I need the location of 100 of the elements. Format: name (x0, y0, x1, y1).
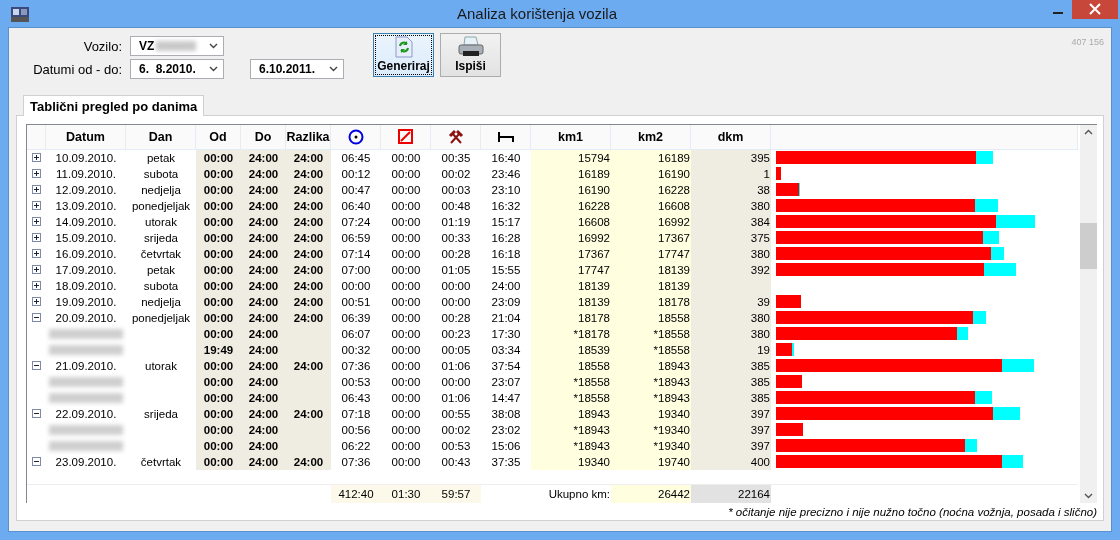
table-cell: 385 (750, 359, 770, 372)
expand-icon[interactable] (32, 185, 41, 195)
table-cell: 00:00 (391, 359, 421, 372)
table-cell: 00:00 (391, 263, 421, 276)
table-cell: 19 (757, 343, 770, 356)
table-cell: 11.09.2010. (56, 167, 116, 180)
table-cell: 00:00 (391, 375, 421, 388)
generate-button[interactable]: Generiraj (373, 33, 434, 77)
window-title: Analiza korištenja vozila (455, 5, 619, 22)
date-to-dropdown[interactable]: 6.10.2011. (250, 59, 344, 79)
table-cell: 00:00 (391, 215, 421, 228)
table-cell: 17367 (578, 247, 610, 260)
tab[interactable]: Tablični pregled po danima (23, 95, 205, 116)
expand-icon[interactable] (32, 233, 41, 243)
table-cell: 16992 (658, 215, 690, 228)
scroll-thumb[interactable] (1080, 223, 1097, 269)
total-cell: 59:57 (441, 488, 471, 501)
expand-icon[interactable] (32, 281, 41, 291)
scroll-up-icon[interactable] (1084, 129, 1093, 135)
table-cell: 18558 (658, 311, 690, 324)
table-cell: utorak (145, 359, 177, 372)
vehicle-dropdown[interactable]: VZ (130, 36, 224, 56)
table-cell: 00:00 (391, 327, 421, 340)
table-cell: 00:32 (341, 343, 371, 356)
table-cell: 24:00 (248, 343, 279, 356)
table-cell: 01:06 (441, 391, 471, 404)
table-cell: 17747 (658, 247, 690, 260)
table-cell: 24:00 (248, 391, 279, 404)
table-cell: 37:54 (491, 359, 521, 372)
close-icon (1089, 2, 1101, 15)
total-label: Ukupno km: (548, 488, 610, 501)
table-cell: 18558 (578, 359, 610, 372)
scroll-down-icon[interactable] (1084, 493, 1093, 499)
table-cell: *18558 (653, 343, 690, 356)
collapse-icon[interactable] (32, 457, 41, 467)
expand-icon[interactable] (32, 153, 41, 163)
table-cell: 21:04 (491, 311, 521, 324)
close-button[interactable] (1072, 0, 1118, 19)
table-cell: 00:28 (441, 311, 471, 324)
expand-icon[interactable] (32, 217, 41, 227)
table-cell: 24:00 (293, 199, 324, 212)
table-cell: 00:00 (391, 199, 421, 212)
table-cell: 00:00 (391, 183, 421, 196)
table-cell: 24:00 (293, 359, 324, 372)
caret-icon (209, 43, 218, 49)
table-cell: 23.09.2010. (55, 455, 117, 468)
date-from-dropdown[interactable]: 6. 8.2010. (130, 59, 224, 79)
table-cell: 00:00 (203, 407, 234, 420)
table-cell: 00:00 (203, 215, 234, 228)
table-cell: 397 (750, 439, 770, 452)
expand-icon[interactable] (32, 169, 41, 179)
table-cell: 24:00 (248, 423, 279, 436)
table-cell: 24:00 (293, 231, 324, 244)
expand-icon[interactable] (32, 297, 41, 307)
table-cell: srijeda (144, 231, 178, 244)
table-cell: 23:46 (491, 167, 521, 180)
table-cell: 24:00 (293, 263, 324, 276)
table-cell: 00:00 (391, 455, 421, 468)
table-cell: 24:00 (248, 327, 279, 340)
collapse-icon[interactable] (32, 313, 41, 323)
table-cell: 00:28 (441, 247, 471, 260)
expand-icon[interactable] (32, 249, 41, 259)
footnote: * očitanje nije precizno i nije nužno točno (noćna vožnja, posada i slično) (728, 506, 1097, 518)
expand-icon[interactable] (32, 265, 41, 275)
table-cell: 14:47 (491, 391, 521, 404)
vertical-scrollbar[interactable] (1080, 125, 1097, 503)
column-header: Razlika (286, 125, 331, 149)
table-cell: 17747 (578, 263, 610, 276)
table-cell: 21.09.2010. (55, 359, 117, 372)
table-cell: utorak (145, 215, 177, 228)
table-cell: 00:00 (203, 375, 234, 388)
table-cell: 17367 (658, 231, 690, 244)
table-cell: 18139 (658, 263, 690, 276)
table-cell: 24:00 (248, 311, 279, 324)
table-cell: 24:00 (248, 247, 279, 260)
crossed-hammers-icon (447, 128, 464, 145)
printer-icon (456, 36, 485, 58)
collapse-icon[interactable] (32, 409, 41, 419)
table-cell: 06:40 (341, 199, 371, 212)
table-cell: 00:00 (203, 279, 234, 292)
table-cell: 00:00 (203, 359, 234, 372)
table-cell: 19:49 (203, 343, 234, 356)
table-cell: 16190 (658, 167, 690, 180)
expand-icon[interactable] (32, 201, 41, 211)
collapse-icon[interactable] (32, 361, 41, 371)
table-cell: 16608 (578, 215, 610, 228)
table-cell: 00:00 (391, 407, 421, 420)
table-cell: 24:00 (248, 183, 279, 196)
table-cell: 18139 (578, 295, 610, 308)
table-cell: 24:00 (293, 455, 324, 468)
table-cell: 24:00 (293, 247, 324, 260)
table-cell: 16:40 (491, 151, 521, 164)
print-button[interactable]: Ispiši (440, 33, 501, 77)
table-cell: 00:00 (441, 279, 471, 292)
table-cell: 24:00 (293, 407, 324, 420)
table-cell: 00:00 (391, 167, 421, 180)
refresh-document-icon (394, 36, 413, 58)
table-cell: nedjelja (141, 295, 181, 308)
table-cell: 00:00 (203, 183, 234, 196)
table-cell: 00:00 (341, 279, 371, 292)
